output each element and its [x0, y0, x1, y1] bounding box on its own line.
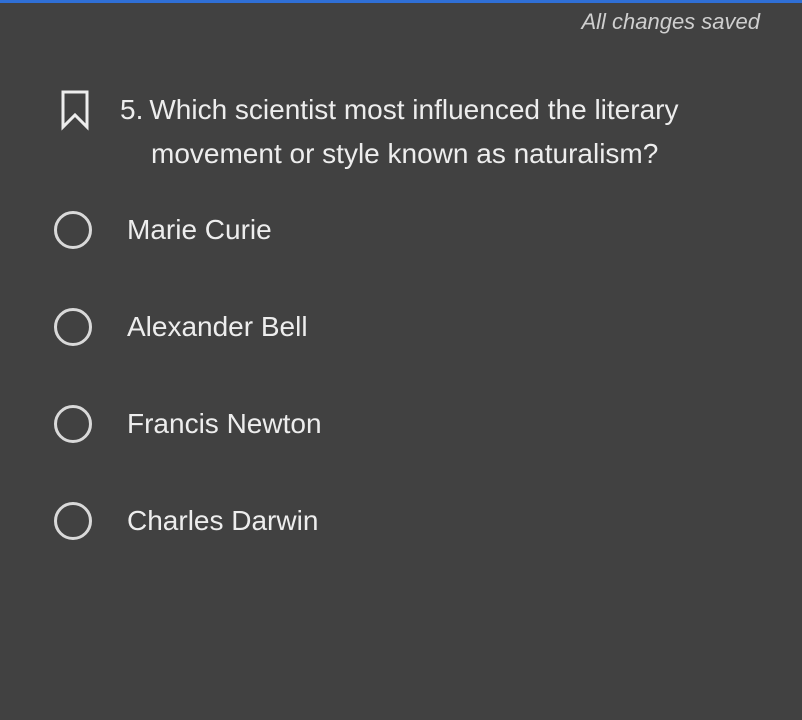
- answer-option[interactable]: Francis Newton: [54, 395, 322, 453]
- radio-button[interactable]: [54, 308, 92, 346]
- answer-option[interactable]: Charles Darwin: [54, 492, 322, 550]
- bookmark-icon[interactable]: [60, 89, 90, 131]
- answer-option-label: Marie Curie: [127, 214, 272, 245]
- radio-button[interactable]: [54, 211, 92, 249]
- answer-option[interactable]: Alexander Bell: [54, 298, 322, 356]
- question-text: 5. Which scientist most influenced the li…: [120, 88, 678, 176]
- question-number: 5.: [120, 94, 144, 125]
- answer-option[interactable]: Marie Curie: [54, 201, 322, 259]
- question-line-1: Which scientist most influenced the lite…: [149, 94, 679, 125]
- top-accent-bar: [0, 0, 802, 3]
- question-block: 5. Which scientist most influenced the li…: [60, 88, 760, 176]
- save-status-text: All changes saved: [581, 9, 760, 34]
- question-line-2: movement or style known as naturalism?: [151, 138, 659, 169]
- answer-options: Marie Curie Alexander Bell Francis Newto…: [54, 201, 322, 589]
- answer-option-label: Charles Darwin: [127, 505, 319, 536]
- radio-button[interactable]: [54, 405, 92, 443]
- answer-option-label: Alexander Bell: [127, 311, 308, 342]
- radio-button[interactable]: [54, 502, 92, 540]
- answer-option-label: Francis Newton: [127, 408, 322, 439]
